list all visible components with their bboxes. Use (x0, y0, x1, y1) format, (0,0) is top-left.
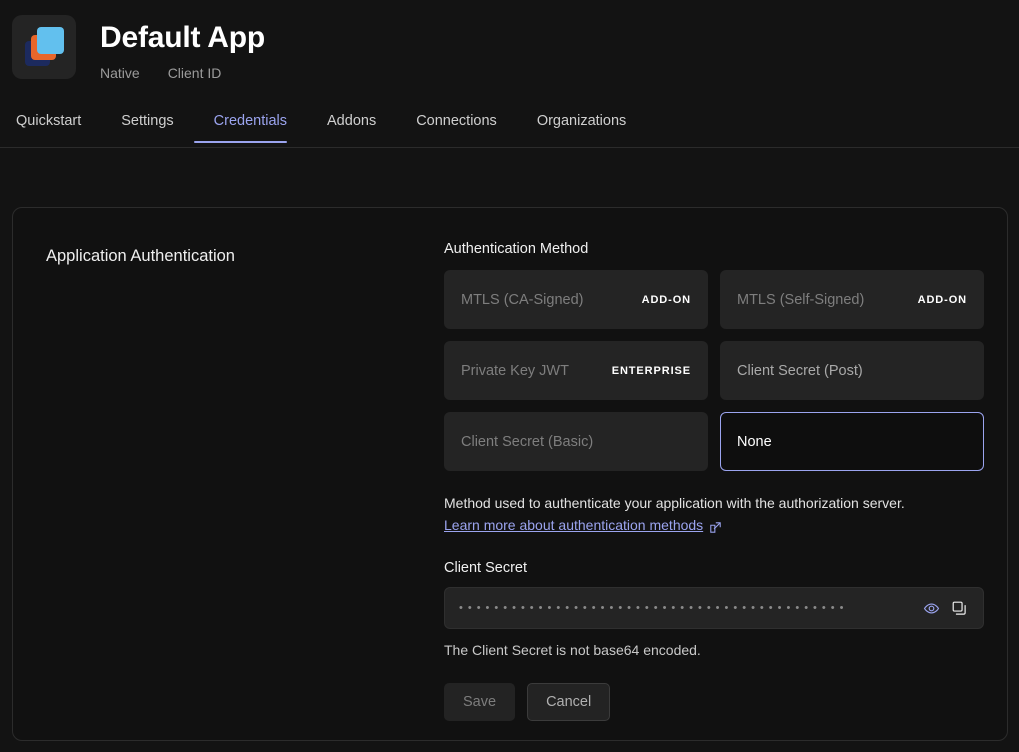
enterprise-badge: ENTERPRISE (611, 364, 691, 377)
auth-option-mtls-self-signed[interactable]: MTLS (Self-Signed) ADD-ON (720, 270, 984, 329)
tab-bar-divider (0, 147, 1019, 148)
addon-badge: ADD-ON (917, 293, 967, 306)
auth-option-label: Private Key JWT (461, 362, 569, 379)
eye-icon[interactable] (917, 594, 945, 622)
credentials-page: Default App Native Client ID Quickstart … (0, 0, 1019, 752)
authentication-method-options: MTLS (CA-Signed) ADD-ON MTLS (Self-Signe… (444, 270, 984, 471)
icon-square-front (37, 27, 64, 54)
copy-icon[interactable] (945, 594, 973, 622)
card-inner: Application Authentication Authenticatio… (13, 208, 1007, 721)
card-heading: Application Authentication (46, 247, 235, 265)
client-secret-input[interactable]: ••••••••••••••••••••••••••••••••••••••••… (459, 601, 917, 615)
client-secret-hint: The Client Secret is not base64 encoded. (444, 642, 701, 658)
auth-option-mtls-ca-signed[interactable]: MTLS (CA-Signed) ADD-ON (444, 270, 708, 329)
application-authentication-card: Application Authentication Authenticatio… (12, 207, 1008, 741)
app-type-label: Native (100, 65, 140, 81)
tab-quickstart[interactable]: Quickstart (16, 103, 101, 143)
card-body: Authentication Method MTLS (CA-Signed) A… (444, 240, 984, 721)
save-button[interactable]: Save (444, 683, 516, 721)
authentication-method-description: Method used to authenticate your applica… (444, 495, 905, 511)
client-secret-label: Client Secret (444, 560, 528, 576)
app-meta: Native Client ID (100, 64, 265, 82)
app-title-block: Default App Native Client ID (100, 14, 265, 82)
auth-option-none[interactable]: None (720, 412, 984, 471)
tab-credentials[interactable]: Credentials (193, 103, 307, 143)
tab-addons[interactable]: Addons (307, 103, 396, 143)
auth-option-client-secret-post[interactable]: Client Secret (Post) (720, 341, 984, 400)
learn-more-link[interactable]: Learn more about authentication methods (444, 515, 722, 535)
tab-settings[interactable]: Settings (101, 103, 193, 143)
client-secret-field[interactable]: ••••••••••••••••••••••••••••••••••••••••… (444, 587, 984, 629)
external-link-icon (709, 519, 722, 533)
tab-connections[interactable]: Connections (396, 103, 517, 143)
auth-option-client-secret-basic[interactable]: Client Secret (Basic) (444, 412, 708, 471)
authentication-method-label: Authentication Method (444, 241, 589, 257)
app-header: Default App Native Client ID (0, 0, 1019, 103)
auth-option-label: None (737, 433, 772, 450)
auth-option-label: MTLS (CA-Signed) (461, 291, 584, 308)
app-stacked-squares-icon (12, 15, 76, 79)
auth-option-private-key-jwt[interactable]: Private Key JWT ENTERPRISE (444, 341, 708, 400)
tab-bar: Quickstart Settings Credentials Addons C… (0, 103, 1019, 148)
form-actions: Save Cancel (444, 683, 975, 721)
addon-badge: ADD-ON (641, 293, 691, 306)
learn-more-link-label: Learn more about authentication methods (444, 517, 704, 533)
cancel-button[interactable]: Cancel (527, 683, 611, 721)
auth-option-label: Client Secret (Basic) (461, 433, 594, 450)
auth-option-label: Client Secret (Post) (737, 362, 863, 379)
tab-organizations[interactable]: Organizations (517, 103, 646, 143)
auth-option-label: MTLS (Self-Signed) (737, 291, 865, 308)
client-id-label[interactable]: Client ID (168, 64, 222, 82)
page-title: Default App (100, 21, 266, 54)
